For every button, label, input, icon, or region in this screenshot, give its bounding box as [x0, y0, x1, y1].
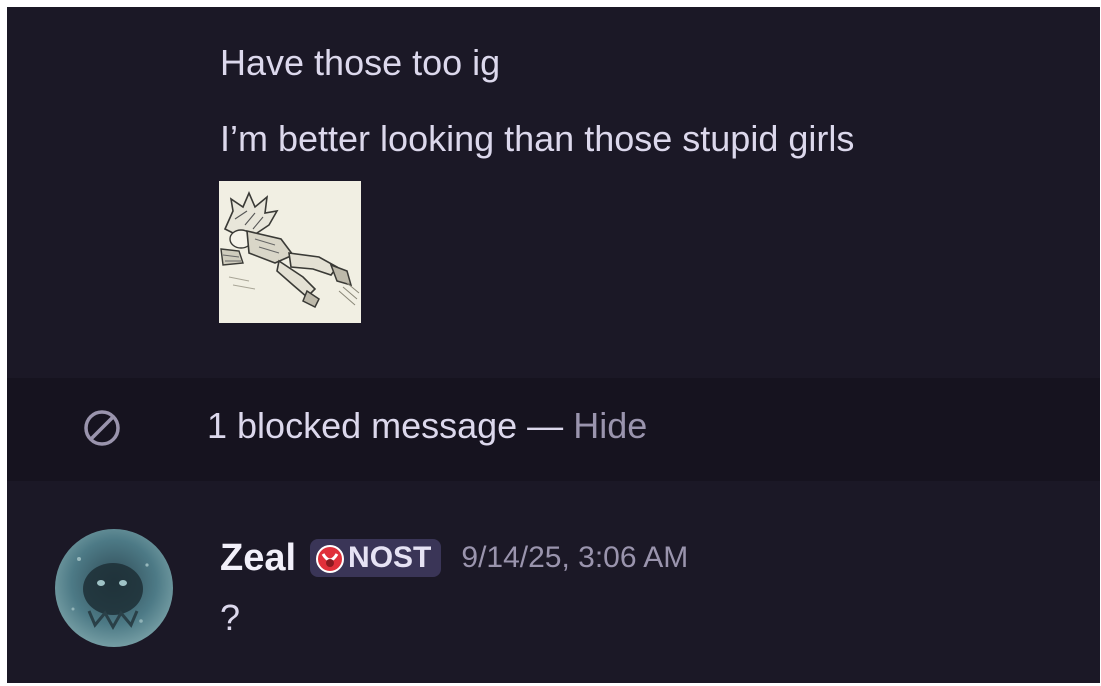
hide-blocked-link[interactable]: Hide	[573, 405, 647, 446]
avatar-image	[55, 529, 173, 647]
username[interactable]: Zeal	[220, 537, 296, 580]
clan-tag-text: NOST	[348, 541, 432, 574]
blocked-messages-row: 1 blocked message — Hide	[7, 378, 1100, 481]
message-header: Zeal NOST 9/14/25, 3:06 AM	[220, 534, 688, 582]
blocked-count-text: 1 blocked message —	[207, 405, 564, 446]
clan-tag[interactable]: NOST	[310, 539, 442, 577]
chat-panel: Have those too ig I’m better looking tha…	[7, 7, 1100, 683]
blocked-message-label: 1 blocked message — Hide	[207, 404, 647, 448]
nost-tag-icon	[316, 545, 345, 573]
avatar[interactable]	[55, 529, 173, 647]
timestamp: 9/14/25, 3:06 AM	[461, 541, 689, 574]
image-attachment[interactable]	[219, 181, 361, 323]
manga-drawing-image	[219, 181, 361, 323]
message-text: Have those too ig	[220, 42, 501, 83]
message-text: I’m better looking than those stupid gir…	[220, 118, 855, 159]
message-text: ?	[220, 597, 241, 638]
blocked-circle-icon	[84, 410, 120, 446]
